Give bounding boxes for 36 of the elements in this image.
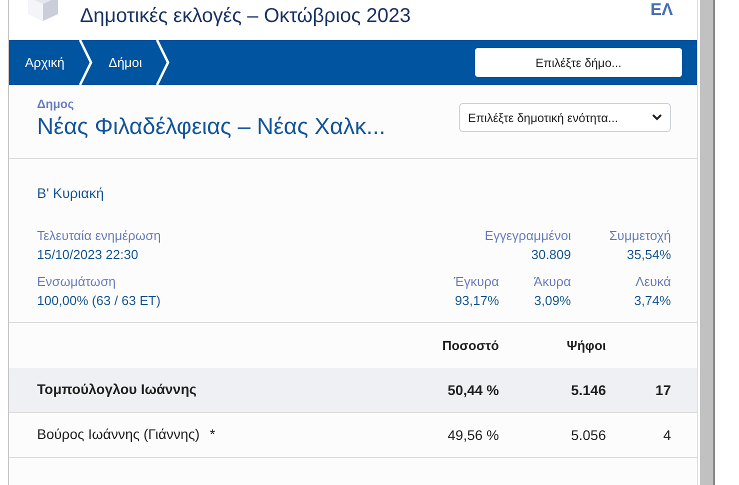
section-label: Δημος [37, 97, 75, 111]
round-label: Β' Κυριακή [37, 185, 105, 201]
unit-select[interactable]: Επιλέξτε δημοτική ενότητα... [459, 103, 671, 132]
seats-cell-text: 17 [654, 382, 671, 398]
stat-label: Λευκά [634, 274, 671, 289]
municipality-name: Νέας Φιλαδέλφειας – Νέας Χαλκ... [37, 113, 386, 140]
percent-cell-text: 49,56 % [446, 427, 499, 443]
column-header: Ποσοστό [441, 338, 499, 353]
stat-value: 3,09% [533, 293, 571, 308]
stat-value: 100,00% (63 / 63 ΕΤ) [37, 293, 162, 308]
stat-label: Τελευταία ενημέρωση [37, 228, 162, 243]
scrollbar[interactable] [700, 0, 715, 485]
column-header: Ψήφοι [566, 338, 606, 353]
stat-value: 93,17% [454, 293, 499, 308]
stat-label: Έγκυρα [452, 274, 499, 289]
percent-cell-text: 50,44 % [446, 382, 499, 398]
votes-cell-text: 5.056 [570, 427, 606, 443]
stat-label: Άκυρα [532, 274, 571, 289]
candidate-name: Τομπούλογλου Ιωάννης [37, 381, 197, 397]
municipality-select[interactable]: Επιλέξτε δήμο... [475, 48, 682, 77]
stat-value: 3,74% [633, 293, 671, 308]
seats-cell-text: 4 [662, 427, 671, 443]
stat-value: 30.809 [530, 247, 571, 262]
page-title: Δημοτικές εκλογές – Οκτώβριος 2023 [80, 5, 411, 28]
votes-cell-text: 5.146 [570, 382, 606, 398]
note-mark: * [210, 426, 216, 442]
candidate-name: Βούρος Ιωάννης (Γιάννης) [37, 426, 200, 442]
stat-value: 15/10/2023 22:30 [37, 247, 140, 262]
stat-label: Ενσωμάτωση [37, 274, 117, 289]
stat-label: Συμμετοχή [608, 228, 671, 243]
breadcrumb-link[interactable]: Δήμοι [92, 40, 170, 85]
chevron-down-icon [652, 114, 662, 121]
language-link[interactable]: ΕΛ [650, 0, 673, 20]
breadcrumb-link[interactable]: Αρχική [9, 40, 93, 85]
stat-label: Εγγεγραμμένοι [484, 228, 571, 243]
stat-value: 35,54% [626, 247, 671, 262]
